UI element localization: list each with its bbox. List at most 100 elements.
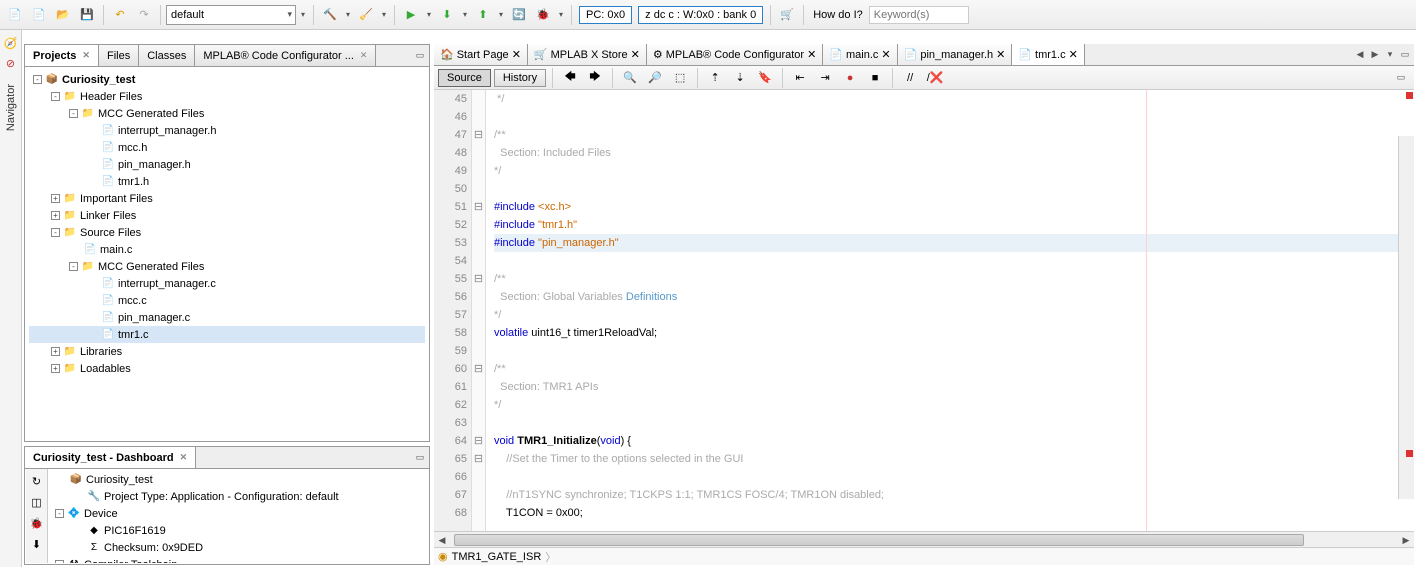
project-tree[interactable]: -📦Curiosity_test-📁Header Files-📁MCC Gene… bbox=[25, 67, 429, 441]
prev-bookmark-icon[interactable]: ⇡ bbox=[704, 67, 726, 89]
memory-icon[interactable]: ◫ bbox=[28, 493, 46, 511]
scroll-left-icon[interactable]: ◀ bbox=[1353, 48, 1367, 62]
project-tab[interactable]: Classes bbox=[139, 45, 195, 66]
maximize-icon[interactable]: ▭ bbox=[1398, 48, 1412, 62]
nav-back-icon[interactable]: 🡄 bbox=[559, 67, 581, 89]
tree-row[interactable]: -📁Header Files bbox=[29, 88, 425, 105]
uncomment-icon[interactable]: /❌ bbox=[924, 67, 946, 89]
maximize-icon[interactable]: ▭ bbox=[1394, 71, 1408, 85]
close-icon[interactable]: ✕ bbox=[881, 48, 890, 61]
editor-tab[interactable]: ⚙MPLAB® Code Configurator✕ bbox=[647, 44, 823, 65]
status-indicator[interactable]: z dc c : W:0x0 : bank 0 bbox=[638, 6, 763, 24]
tree-row[interactable]: 📄interrupt_manager.h bbox=[29, 122, 425, 139]
scroll-right-icon[interactable]: ▶ bbox=[1368, 48, 1382, 62]
project-tab[interactable]: Projects✕ bbox=[25, 45, 99, 66]
undo-button[interactable]: ↶ bbox=[109, 4, 131, 26]
expand-icon[interactable]: - bbox=[51, 228, 60, 237]
editor-tab[interactable]: 🛒MPLAB X Store✕ bbox=[528, 44, 647, 65]
tab-list-icon[interactable]: ▾ bbox=[1383, 48, 1397, 62]
read-button[interactable]: ⬆ bbox=[472, 4, 494, 26]
highlight-icon[interactable]: ⬚ bbox=[669, 67, 691, 89]
editor-tab[interactable]: 🏠Start Page✕ bbox=[434, 44, 528, 65]
expand-icon[interactable]: + bbox=[51, 364, 60, 373]
build-button[interactable]: 🔨 bbox=[319, 4, 341, 26]
tree-row[interactable]: -📁Source Files bbox=[29, 224, 425, 241]
expand-icon[interactable]: - bbox=[51, 92, 60, 101]
project-tab[interactable]: Files bbox=[99, 45, 139, 66]
dashboard-row[interactable]: -💠Device bbox=[51, 505, 426, 522]
refresh-icon[interactable]: ↻ bbox=[28, 472, 46, 490]
dashboard-row[interactable]: 📦Curiosity_test bbox=[51, 471, 426, 488]
close-icon[interactable]: ✕ bbox=[996, 48, 1005, 61]
new-project-button[interactable]: 📄 bbox=[28, 4, 50, 26]
macro-record-icon[interactable]: ● bbox=[839, 67, 861, 89]
toggle-bookmark-icon[interactable]: 🔖 bbox=[754, 67, 776, 89]
next-bookmark-icon[interactable]: ⇣ bbox=[729, 67, 751, 89]
tree-row[interactable]: +📁Libraries bbox=[29, 343, 425, 360]
macro-stop-icon[interactable]: ■ bbox=[864, 67, 886, 89]
editor-tab[interactable]: 📄main.c✕ bbox=[823, 44, 897, 65]
history-view-button[interactable]: History bbox=[494, 69, 546, 87]
close-icon[interactable]: ✕ bbox=[631, 48, 640, 61]
dashboard-row[interactable]: ΣChecksum: 0x9DED bbox=[51, 539, 426, 556]
tree-row[interactable]: 📄tmr1.c bbox=[29, 326, 425, 343]
expand-icon[interactable]: - bbox=[69, 109, 78, 118]
expand-icon[interactable]: - bbox=[55, 560, 64, 563]
nav-fwd-icon[interactable]: 🡆 bbox=[584, 67, 606, 89]
tree-row[interactable]: +📁Linker Files bbox=[29, 207, 425, 224]
dashboard-tree[interactable]: 📦Curiosity_test🔧Project Type: Applicatio… bbox=[49, 469, 428, 563]
tree-row[interactable]: 📄mcc.c bbox=[29, 292, 425, 309]
minimize-icon[interactable]: ▭ bbox=[413, 49, 427, 63]
dashboard-row[interactable]: 🔧Project Type: Application - Configurati… bbox=[51, 488, 426, 505]
horizontal-scrollbar[interactable]: ◀ ▶ bbox=[434, 531, 1414, 547]
dashboard-tab[interactable]: Curiosity_test - Dashboard✕ bbox=[25, 447, 196, 468]
program-button[interactable]: ⬇ bbox=[436, 4, 458, 26]
compiler-icon[interactable]: ⬇ bbox=[28, 535, 46, 553]
tree-row[interactable]: 📄main.c bbox=[29, 241, 425, 258]
tree-row[interactable]: -📁MCC Generated Files bbox=[29, 258, 425, 275]
shift-right-icon[interactable]: ⇥ bbox=[814, 67, 836, 89]
tree-row[interactable]: +📁Loadables bbox=[29, 360, 425, 377]
close-icon[interactable]: ✕ bbox=[360, 50, 368, 61]
shift-left-icon[interactable]: ⇤ bbox=[789, 67, 811, 89]
breadcrumb-item[interactable]: TMR1_GATE_ISR bbox=[452, 551, 542, 563]
keyword-search-input[interactable] bbox=[869, 6, 969, 24]
tree-row[interactable]: 📄pin_manager.h bbox=[29, 156, 425, 173]
close-icon[interactable]: ✕ bbox=[180, 452, 188, 463]
find-sel-icon[interactable]: 🔍 bbox=[619, 67, 641, 89]
tree-row[interactable]: 📄pin_manager.c bbox=[29, 309, 425, 326]
expand-icon[interactable]: + bbox=[51, 347, 60, 356]
editor-tab[interactable]: 📄pin_manager.h✕ bbox=[898, 44, 1013, 65]
editor-tab[interactable]: 📄tmr1.c✕ bbox=[1012, 44, 1084, 65]
run-button[interactable]: ▶ bbox=[400, 4, 422, 26]
find-prev-icon[interactable]: 🔎 bbox=[644, 67, 666, 89]
close-icon[interactable]: ✕ bbox=[807, 48, 816, 61]
minimize-icon[interactable]: ▭ bbox=[413, 451, 427, 465]
dashboard-row[interactable]: -⚒Compiler Toolchain bbox=[51, 556, 426, 563]
expand-icon[interactable]: - bbox=[55, 509, 64, 518]
expand-icon[interactable]: + bbox=[51, 211, 60, 220]
project-tab[interactable]: MPLAB® Code Configurator ...✕ bbox=[195, 45, 376, 66]
navigator-icon[interactable]: 🧭 bbox=[2, 34, 20, 52]
close-icon[interactable]: ✕ bbox=[82, 50, 90, 61]
store-button[interactable]: 🛒 bbox=[776, 4, 798, 26]
expand-icon[interactable]: + bbox=[51, 194, 60, 203]
debug-tool-icon[interactable]: 🐞 bbox=[28, 514, 46, 532]
config-menu-button[interactable]: ▾ bbox=[298, 10, 308, 19]
expand-icon[interactable]: - bbox=[33, 75, 42, 84]
dashboard-sidebar-icon[interactable]: ⊘ bbox=[2, 54, 20, 72]
expand-icon[interactable]: - bbox=[69, 262, 78, 271]
tree-row[interactable]: -📁MCC Generated Files bbox=[29, 105, 425, 122]
tree-row[interactable]: 📄tmr1.h bbox=[29, 173, 425, 190]
tree-row[interactable]: +📁Important Files bbox=[29, 190, 425, 207]
save-all-button[interactable]: 💾 bbox=[76, 4, 98, 26]
dashboard-row[interactable]: ◆PIC16F1619 bbox=[51, 522, 426, 539]
redo-button[interactable]: ↷ bbox=[133, 4, 155, 26]
pc-indicator[interactable]: PC: 0x0 bbox=[579, 6, 632, 24]
clean-build-button[interactable]: 🧹 bbox=[355, 4, 377, 26]
tree-row[interactable]: 📄mcc.h bbox=[29, 139, 425, 156]
debug-button[interactable]: 🐞 bbox=[532, 4, 554, 26]
close-icon[interactable]: ✕ bbox=[512, 48, 521, 61]
config-combo[interactable]: default bbox=[166, 5, 296, 25]
tree-row[interactable]: 📄interrupt_manager.c bbox=[29, 275, 425, 292]
